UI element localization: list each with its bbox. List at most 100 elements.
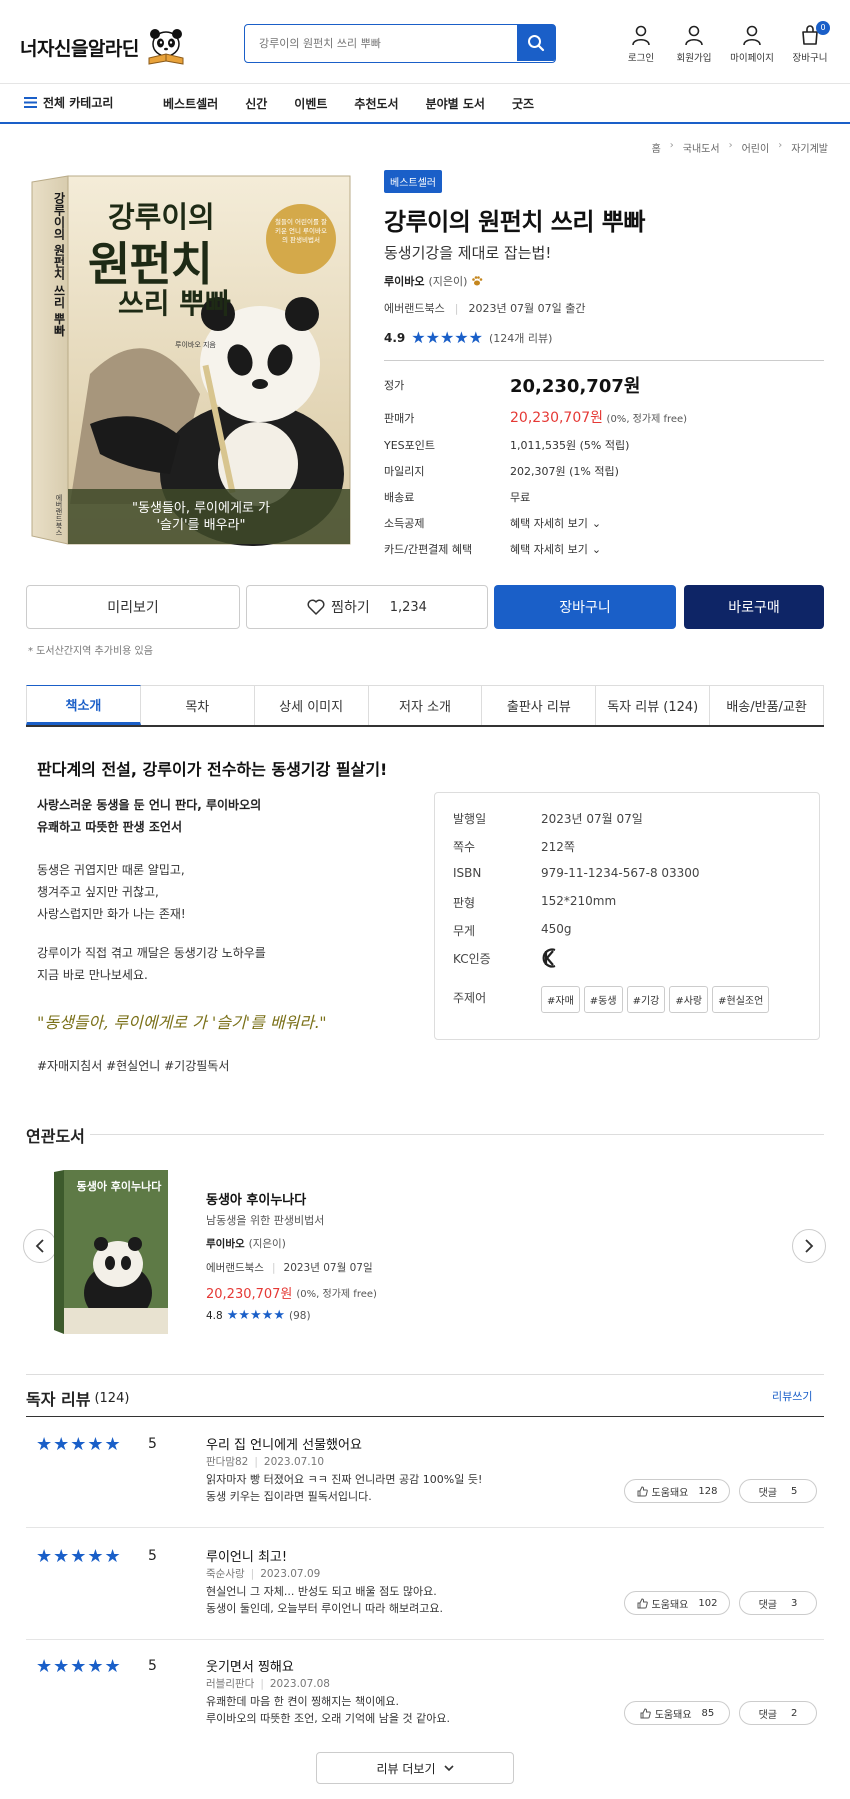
divider	[90, 1134, 824, 1135]
preview-button[interactable]: 미리보기	[26, 585, 240, 629]
divider	[384, 360, 824, 361]
breadcrumb-item[interactable]: 어린이	[742, 140, 770, 155]
related-author[interactable]: 루이바오	[206, 1236, 245, 1251]
review-item: ★★★★★ 5 루이언니 최고! 죽순사랑 | 2023.07.09 현실언니 그 …	[26, 1530, 824, 1640]
all-categories-button[interactable]: 전체 카테고리	[24, 94, 113, 111]
book-spec-box: 발행일 2023년 07월 07일 쪽수 212쪽 ISBN 979-11-1234-…	[434, 792, 820, 1040]
author-name[interactable]: 루이바오	[384, 273, 424, 289]
comment-button[interactable]: 댓글 5	[739, 1479, 817, 1503]
sale-price-group: 20,230,707원 (0%, 정가제 free)	[510, 407, 687, 427]
search-input[interactable]	[245, 25, 517, 62]
sale-price-note: (0%, 정가제 free)	[606, 414, 688, 425]
comment-button[interactable]: 댓글 2	[739, 1701, 817, 1725]
book-cover[interactable]: 강루이의 원펀치 쓰리 뿌빠 에버랜드북스 강루이의 원펀치 쓰리 뿌빠 철들이…	[30, 174, 352, 546]
mypage-link[interactable]: 마이페이지	[725, 24, 779, 64]
nav-item-category[interactable]: 분야별 도서	[426, 95, 485, 112]
chevron-left-icon	[35, 1239, 44, 1253]
wish-button[interactable]: 찜하기 1,234	[246, 585, 488, 629]
chevron-right-icon: ›	[778, 140, 783, 151]
review-item: ★★★★★ 5 웃기면서 찡해요 러블리판다 | 2023.07.08 유쾌한데 마…	[26, 1640, 824, 1750]
topic-chip[interactable]: #사랑	[669, 986, 709, 1013]
review-title[interactable]: 웃기면서 찡해요	[206, 1656, 294, 1675]
review-meta: 판다맘82 | 2023.07.10	[206, 1454, 324, 1469]
topic-chip[interactable]: #현실조언	[712, 986, 770, 1013]
cart-link[interactable]: 0 장바구니	[783, 21, 837, 64]
more-reviews-label: 리뷰 더보기	[376, 1761, 436, 1776]
card-benefit-link[interactable]: 혜택 자세히 보기 ⌄	[510, 541, 601, 557]
pub-date: 2023년 07월 07일 출간	[468, 302, 586, 315]
review-body-line: 현실언니 그 자체... 반성도 되고 배울 점도 많아요.	[206, 1585, 437, 1598]
nav-item-goods[interactable]: 굿즈	[512, 95, 534, 112]
tab-reader-review[interactable]: 독자 리뷰 (124)	[596, 685, 711, 725]
nav-item-event[interactable]: 이벤트	[294, 95, 327, 112]
heart-icon	[307, 599, 325, 615]
thumbs-up-icon	[640, 1707, 651, 1718]
tax-deduction-value: 혜택 자세히 보기	[510, 517, 588, 530]
related-book-cover[interactable]: 동생아 후이누나다	[52, 1168, 170, 1336]
tab-shipping[interactable]: 배송/반품/교환	[710, 685, 825, 725]
breadcrumb-item[interactable]: 자기계발	[791, 140, 828, 155]
add-to-cart-button[interactable]: 장바구니	[494, 585, 676, 629]
spec-label: 판형	[453, 896, 476, 910]
topic-chip[interactable]: #기강	[626, 986, 666, 1013]
person-icon	[743, 25, 761, 46]
review-user: 판다맘82	[206, 1456, 249, 1468]
related-next-button[interactable]	[792, 1229, 826, 1263]
related-pub-line: 에버랜드북스 | 2023년 07월 07일	[206, 1260, 373, 1275]
nav-menu: 베스트셀러 신간 이벤트 추천도서 분야별 도서 굿즈	[163, 95, 561, 112]
helpful-button[interactable]: 도움돼요 128	[624, 1479, 730, 1503]
helpful-button[interactable]: 도움돼요 85	[624, 1701, 730, 1725]
chevron-down-icon: ⌄	[591, 542, 602, 556]
write-review-link[interactable]: 리뷰쓰기	[772, 1388, 812, 1404]
site-logo[interactable]: 너자신을알라딘	[20, 28, 187, 66]
topic-chip[interactable]: #동생	[583, 986, 623, 1013]
comment-button[interactable]: 댓글 3	[739, 1591, 817, 1615]
intro-paragraph: 사랑스러운 동생을 둔 언니 판다, 루이바오의 유쾌하고 따뜻한 판생 조언서	[37, 794, 261, 838]
helpful-button[interactable]: 도움돼요 102	[624, 1591, 730, 1615]
review-title[interactable]: 루이언니 최고!	[206, 1546, 287, 1565]
detail-tabs: 책소개 목차 상세 이미지 저자 소개 출판사 리뷰 독자 리뷰 (124) 배…	[26, 685, 825, 727]
shipping-label: 배송료	[384, 491, 415, 504]
topic-chip[interactable]: #자매	[541, 986, 580, 1013]
spec-value: 2023년 07월 07일	[541, 812, 643, 826]
search-button[interactable]	[517, 25, 555, 61]
breadcrumb-item[interactable]: 홈	[652, 140, 661, 155]
card-benefit-value: 혜택 자세히 보기	[510, 543, 588, 556]
tab-publisher-review[interactable]: 출판사 리뷰	[482, 685, 597, 725]
tab-images[interactable]: 상세 이미지	[254, 685, 369, 725]
related-price-note: (0%, 정가제 free)	[296, 1289, 377, 1300]
review-body: 현실언니 그 자체... 반성도 되고 배울 점도 많아요. 동생이 둘인데, 오…	[206, 1583, 443, 1617]
book-spine-title: 강루이의 원펀치 쓰리 뿌빠	[52, 192, 66, 337]
related-price: 20,230,707원	[206, 1287, 293, 1302]
review-title[interactable]: 우리 집 언니에게 선물했어요	[206, 1434, 362, 1453]
comment-count: 3	[791, 1597, 798, 1609]
wish-label: 찜하기	[331, 600, 370, 616]
sale-price-value: 20,230,707원	[510, 410, 604, 426]
intro-paragraph: 동생은 귀엽지만 때론 얄밉고, 챙겨주고 싶지만 귀찮고, 사랑스럽지만 화가…	[37, 859, 186, 925]
tab-intro[interactable]: 책소개	[26, 685, 141, 725]
login-link[interactable]: 로그인	[614, 24, 668, 64]
related-author-role: (지은이)	[248, 1238, 286, 1250]
intro-line: 강루이가 직접 겪고 깨달은 동생기강 노하우를	[37, 946, 266, 960]
signup-label: 회원가입	[676, 53, 712, 64]
tax-deduction-link[interactable]: 혜택 자세히 보기 ⌄	[510, 515, 601, 531]
tab-toc[interactable]: 목차	[140, 685, 255, 725]
comment-count: 5	[791, 1485, 798, 1497]
nav-item-bestseller[interactable]: 베스트셀러	[163, 95, 218, 112]
related-author-line: 루이바오 (지은이)	[206, 1236, 286, 1251]
nav-item-new[interactable]: 신간	[245, 95, 267, 112]
tab-author[interactable]: 저자 소개	[368, 685, 483, 725]
signup-link[interactable]: 회원가입	[667, 24, 721, 64]
publisher[interactable]: 에버랜드북스	[384, 300, 445, 316]
cart-label: 장바구니	[792, 53, 828, 64]
breadcrumb-item[interactable]: 국내도서	[683, 140, 720, 155]
nav-item-recommend[interactable]: 추천도서	[354, 95, 398, 112]
divider: |	[254, 1456, 258, 1468]
more-reviews-button[interactable]: 리뷰 더보기	[316, 1752, 514, 1784]
main-nav: 전체 카테고리 베스트셀러 신간 이벤트 추천도서 분야별 도서 굿즈	[0, 84, 850, 124]
intro-line: 지금 바로 만나보세요.	[37, 968, 148, 982]
review-count-link[interactable]: (124개 리뷰)	[489, 330, 552, 346]
chevron-right-icon: ›	[728, 140, 733, 151]
related-title[interactable]: 동생아 후이누나다	[206, 1189, 306, 1208]
buy-now-button[interactable]: 바로구매	[684, 585, 824, 629]
